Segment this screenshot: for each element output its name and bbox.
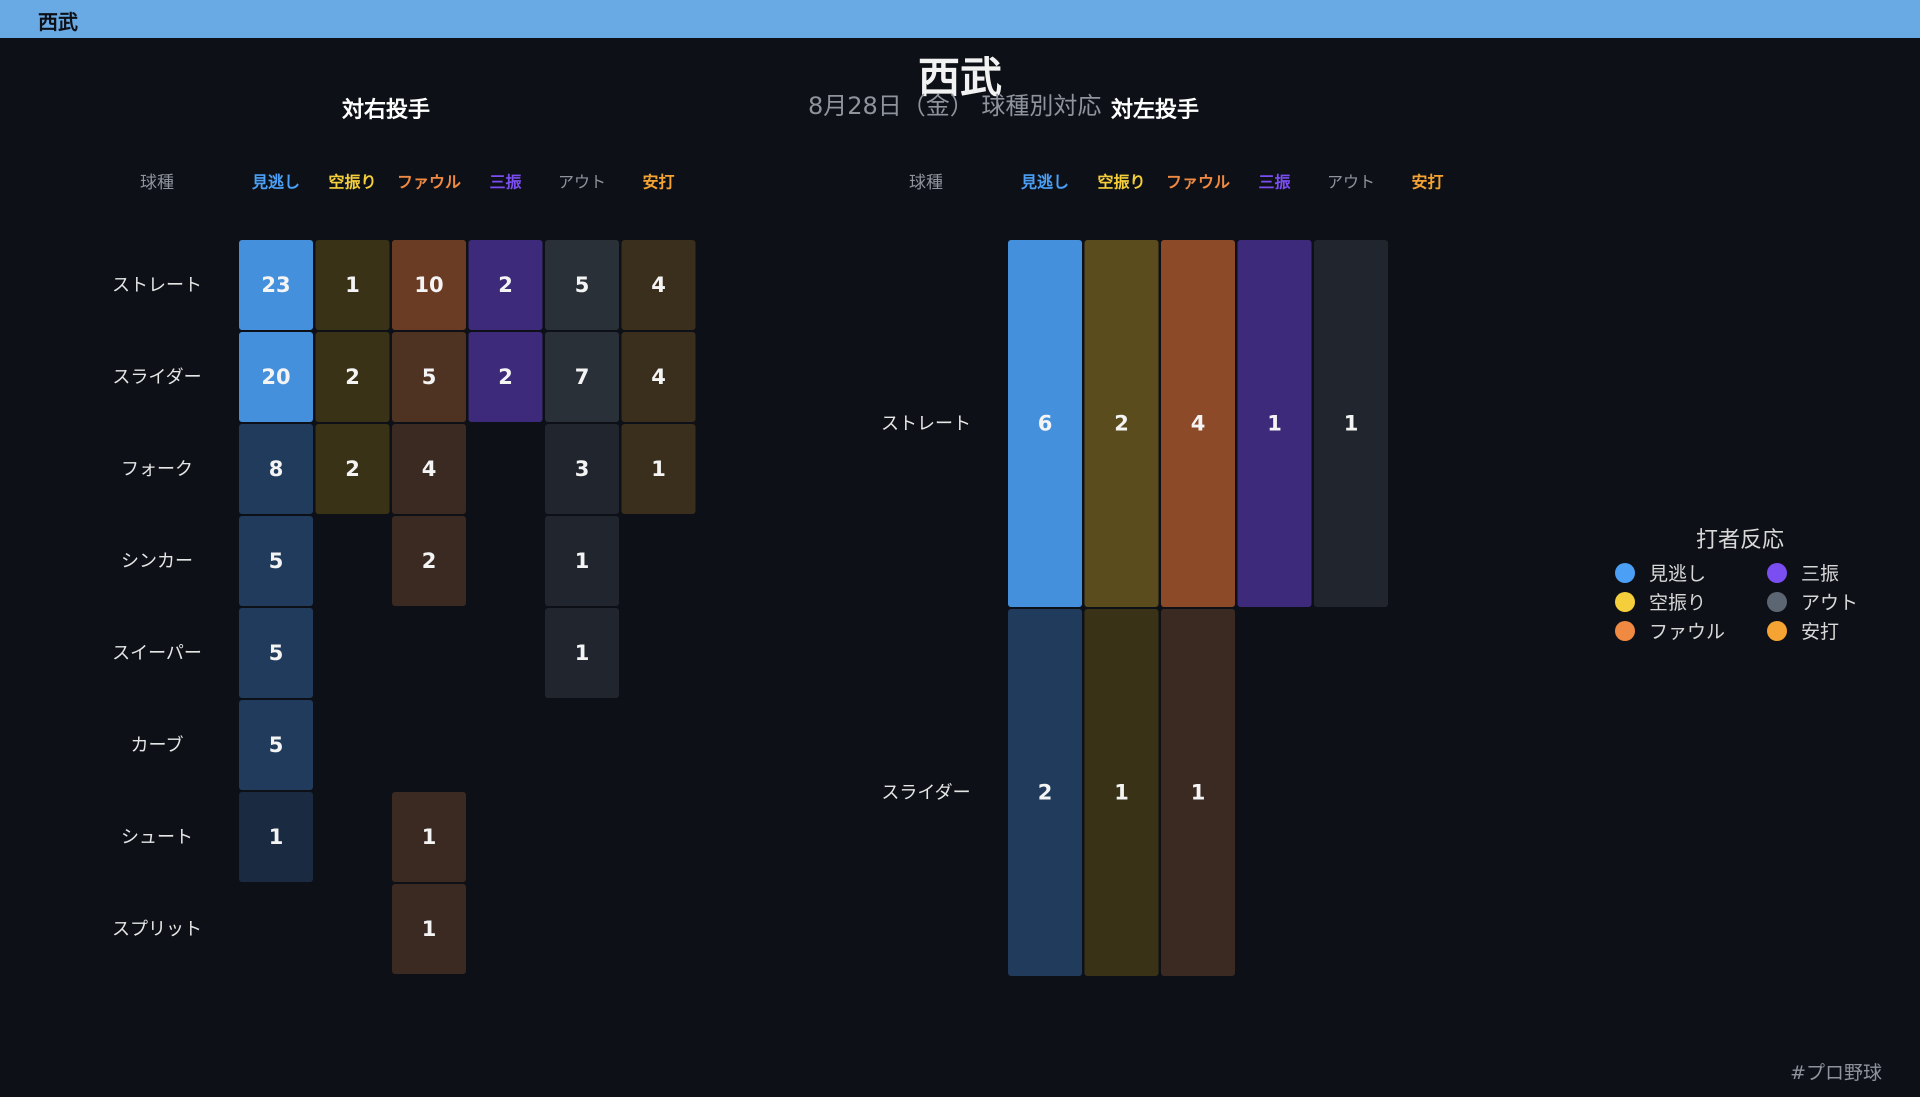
column-header: 空振り [1097, 173, 1145, 192]
panel-title: 対左投手 [1111, 97, 1199, 123]
panel-title: 対右投手 [342, 98, 430, 123]
legend-swatch [1615, 620, 1635, 641]
legend-swatch [1767, 620, 1787, 641]
cell-value: 2 [422, 549, 437, 573]
cell-value: 7 [575, 365, 590, 389]
cell-value: 5 [269, 549, 284, 573]
column-header: ファウル [1166, 173, 1230, 192]
legend-swatch [1767, 562, 1787, 583]
legend-item: ファウル [1605, 618, 1757, 643]
row-label: シュート [121, 827, 193, 848]
legend-item: 安打 [1757, 618, 1875, 643]
cell-value: 8 [269, 457, 284, 481]
cell-value: 23 [261, 273, 290, 297]
column-header: 三振 [489, 173, 521, 192]
cell-value: 2 [498, 365, 513, 389]
legend-label: 三振 [1801, 563, 1840, 585]
row-label: ストレート [881, 414, 971, 435]
cell-value: 1 [269, 825, 284, 849]
column-header: ファウル [397, 173, 461, 192]
column-header: 安打 [1411, 173, 1443, 192]
cell-value: 5 [422, 365, 437, 389]
cell-value: 1 [1114, 781, 1129, 805]
cell-value: 10 [414, 273, 443, 297]
legend-label: 安打 [1801, 621, 1840, 643]
cell-value: 1 [422, 917, 437, 941]
cell-value: 1 [345, 273, 360, 297]
column-header: 見逃し [1020, 173, 1069, 192]
cell-value: 2 [345, 365, 360, 389]
row-label: スイーパー [112, 643, 202, 664]
row-label: スプリット [112, 919, 202, 940]
column-header: アウト [1327, 173, 1375, 192]
cell-value: 1 [422, 825, 437, 849]
legend-swatch [1615, 562, 1635, 583]
cell-value: 1 [1191, 781, 1206, 805]
cell-value: 1 [575, 641, 590, 665]
cell-value: 1 [575, 549, 590, 573]
row-header-label: 球種 [140, 173, 174, 193]
cell-value: 3 [575, 457, 590, 481]
row-label: ストレート [112, 275, 202, 296]
legend-label: 空振り [1649, 592, 1707, 614]
cell-value: 5 [269, 733, 284, 757]
legend-items: 見逃し 三振空振り アウトファウル 安打 [1605, 560, 1875, 643]
legend: 打者反応 見逃し 三振空振り アウトファウル 安打 [1605, 522, 1875, 643]
row-label: シンカー [121, 551, 193, 572]
heatmap-panel-2: 対左投手球種 見逃し 空振り ファウル 三振 アウト 安打ストレート 6 2 4 1 1 スライダー 2 1… [881, 97, 1444, 976]
legend-item: 三振 [1757, 560, 1875, 585]
legend-item: 見逃し [1605, 560, 1757, 585]
legend-title: 打者反応 [1695, 528, 1784, 553]
column-header: 見逃し [251, 173, 300, 192]
row-label: カーブ [131, 734, 184, 756]
cell-value: 5 [575, 273, 590, 297]
column-header: アウト [558, 173, 606, 192]
cell-value: 6 [1038, 412, 1053, 436]
cell-value: 5 [269, 641, 284, 665]
row-label: スライダー [112, 367, 201, 388]
legend-swatch [1615, 591, 1635, 612]
cell-value: 1 [651, 457, 666, 481]
cell-value: 1 [1267, 412, 1282, 436]
cell-value: 4 [1191, 412, 1206, 436]
cell-value: 2 [1038, 781, 1053, 805]
cell-value: 2 [345, 457, 360, 481]
cell-value: 2 [498, 273, 513, 297]
heatmap-panel-1: 対右投手球種 見逃し 空振り ファウル 三振 アウト 安打ストレート 23 1 10 2 5 4スライダ… [112, 98, 696, 974]
legend-item: 空振り [1605, 589, 1757, 614]
column-header: 空振り [328, 173, 376, 192]
row-header-label: 球種 [909, 173, 943, 193]
row-label: フォーク [121, 459, 193, 480]
legend-label: ファウル [1649, 621, 1726, 643]
cell-value: 4 [422, 457, 437, 481]
column-header: 三振 [1258, 173, 1290, 192]
row-label: スライダー [881, 783, 970, 804]
cell-value: 4 [651, 273, 666, 297]
legend-label: アウト [1801, 592, 1859, 614]
legend-item: アウト [1757, 589, 1875, 614]
cell-value: 1 [1344, 412, 1359, 436]
legend-label: 見逃し [1649, 563, 1707, 585]
legend-swatch [1767, 591, 1787, 612]
cell-value: 2 [1114, 412, 1129, 436]
column-header: 安打 [642, 173, 674, 192]
hashtag: #プロ野球 [1790, 1062, 1882, 1084]
cell-value: 4 [651, 365, 666, 389]
cell-value: 20 [261, 365, 290, 389]
